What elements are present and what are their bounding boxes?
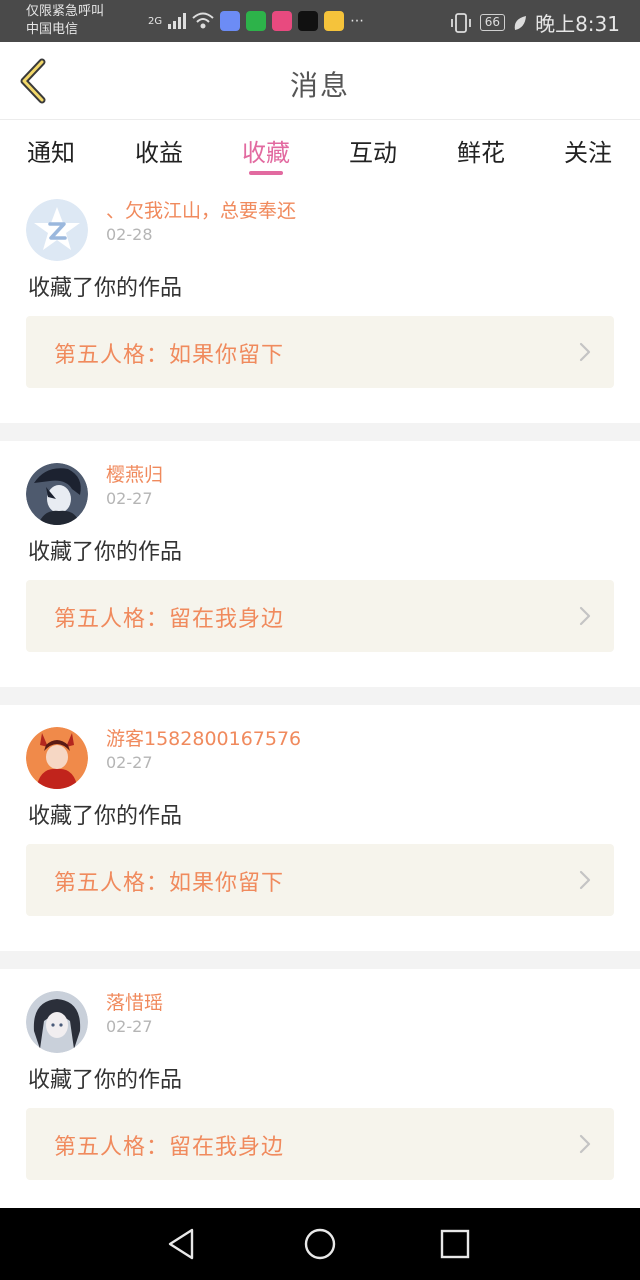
username[interactable]: 、欠我江山，总要奉还 xyxy=(106,196,296,223)
chevron-right-icon xyxy=(579,870,591,890)
nav-home-icon[interactable] xyxy=(302,1226,338,1262)
divider xyxy=(0,687,640,705)
chevron-right-icon xyxy=(579,606,591,626)
video-app-icon xyxy=(246,11,267,31)
work-link[interactable]: 第五人格：如果你留下 xyxy=(26,844,614,916)
date: 02-27 xyxy=(106,753,153,772)
nav-back-icon[interactable] xyxy=(164,1226,200,1262)
date: 02-27 xyxy=(106,1017,153,1036)
leaf-icon xyxy=(514,15,527,30)
avatar[interactable] xyxy=(26,463,88,525)
username[interactable]: 落惜瑶 xyxy=(106,988,163,1015)
tab-bar: 通知 收益 收藏 互动 鲜花 关注 xyxy=(0,121,640,181)
list-item: 、欠我江山，总要奉还 02-28 收藏了你的作品 第五人格：如果你留下 xyxy=(0,177,640,423)
list-item: 落惜瑶 02-27 收藏了你的作品 第五人格：留在我身边 xyxy=(0,969,640,1215)
tab-earnings[interactable]: 收益 xyxy=(119,133,199,168)
username[interactable]: 樱燕归 xyxy=(106,460,163,487)
work-title: 第五人格：留在我身边 xyxy=(54,1135,285,1160)
divider xyxy=(0,951,640,969)
user-avatar-image xyxy=(26,727,88,789)
action-text: 收藏了你的作品 xyxy=(28,804,183,829)
avatar[interactable] xyxy=(26,199,88,261)
list-item: 樱燕归 02-27 收藏了你的作品 第五人格：留在我身边 xyxy=(0,441,640,687)
vibrate-icon xyxy=(450,12,471,33)
signal-type-label: 2G xyxy=(148,15,163,27)
tab-interactions[interactable]: 互动 xyxy=(333,133,413,168)
tiktok-app-icon xyxy=(298,11,319,31)
carrier-line-2: 中国电信 xyxy=(26,22,79,37)
page-title: 消息 xyxy=(289,69,350,102)
date: 02-28 xyxy=(106,225,153,244)
carrier-line-1: 仅限紧急呼叫 xyxy=(26,4,105,19)
tab-flowers[interactable]: 鲜花 xyxy=(441,133,521,168)
wifi-icon xyxy=(192,12,214,29)
tab-following[interactable]: 关注 xyxy=(548,133,628,168)
signal-icon xyxy=(168,13,187,29)
avatar[interactable] xyxy=(26,991,88,1053)
chevron-right-icon xyxy=(579,1134,591,1154)
tab-favorites[interactable]: 收藏 xyxy=(226,133,306,168)
battery-indicator: 66 xyxy=(479,14,506,31)
weibo-app-icon xyxy=(324,11,345,31)
carrier-info: 仅限紧急呼叫 中国电信 xyxy=(26,3,104,39)
work-link[interactable]: 第五人格：留在我身边 xyxy=(26,580,614,652)
list-item: 游客1582800167576 02-27 收藏了你的作品 第五人格：如果你留下 xyxy=(0,705,640,951)
active-tab-indicator xyxy=(249,171,283,175)
divider xyxy=(0,423,640,441)
tab-notifications[interactable]: 通知 xyxy=(11,133,91,168)
action-text: 收藏了你的作品 xyxy=(28,1068,183,1093)
user-avatar-image xyxy=(26,463,88,525)
status-icons: 2G ⋯ xyxy=(112,10,364,32)
avatar[interactable] xyxy=(26,727,88,789)
status-bar: 仅限紧急呼叫 中国电信 2G ⋯ 66 晚上8:31 xyxy=(0,0,640,42)
work-link[interactable]: 第五人格：留在我身边 xyxy=(26,1108,614,1180)
top-bar: 消息 xyxy=(0,42,640,120)
action-text: 收藏了你的作品 xyxy=(28,540,183,565)
system-nav-bar xyxy=(0,1208,640,1280)
music-app-icon xyxy=(220,11,241,31)
default-avatar-icon xyxy=(26,199,88,261)
chevron-right-icon xyxy=(579,342,591,362)
work-link[interactable]: 第五人格：如果你留下 xyxy=(26,316,614,388)
date: 02-27 xyxy=(106,489,153,508)
action-text: 收藏了你的作品 xyxy=(28,276,183,301)
status-right: 66 晚上8:31 xyxy=(450,8,620,37)
work-title: 第五人格：留在我身边 xyxy=(54,607,285,632)
clock: 晚上8:31 xyxy=(535,12,620,36)
user-avatar-image xyxy=(26,991,88,1053)
work-title: 第五人格：如果你留下 xyxy=(54,343,285,368)
work-title: 第五人格：如果你留下 xyxy=(54,871,285,896)
nav-recents-icon[interactable] xyxy=(437,1226,473,1262)
username[interactable]: 游客1582800167576 xyxy=(106,724,301,751)
more-notifications-icon: ⋯ xyxy=(350,13,365,29)
pink-app-icon xyxy=(272,11,293,31)
